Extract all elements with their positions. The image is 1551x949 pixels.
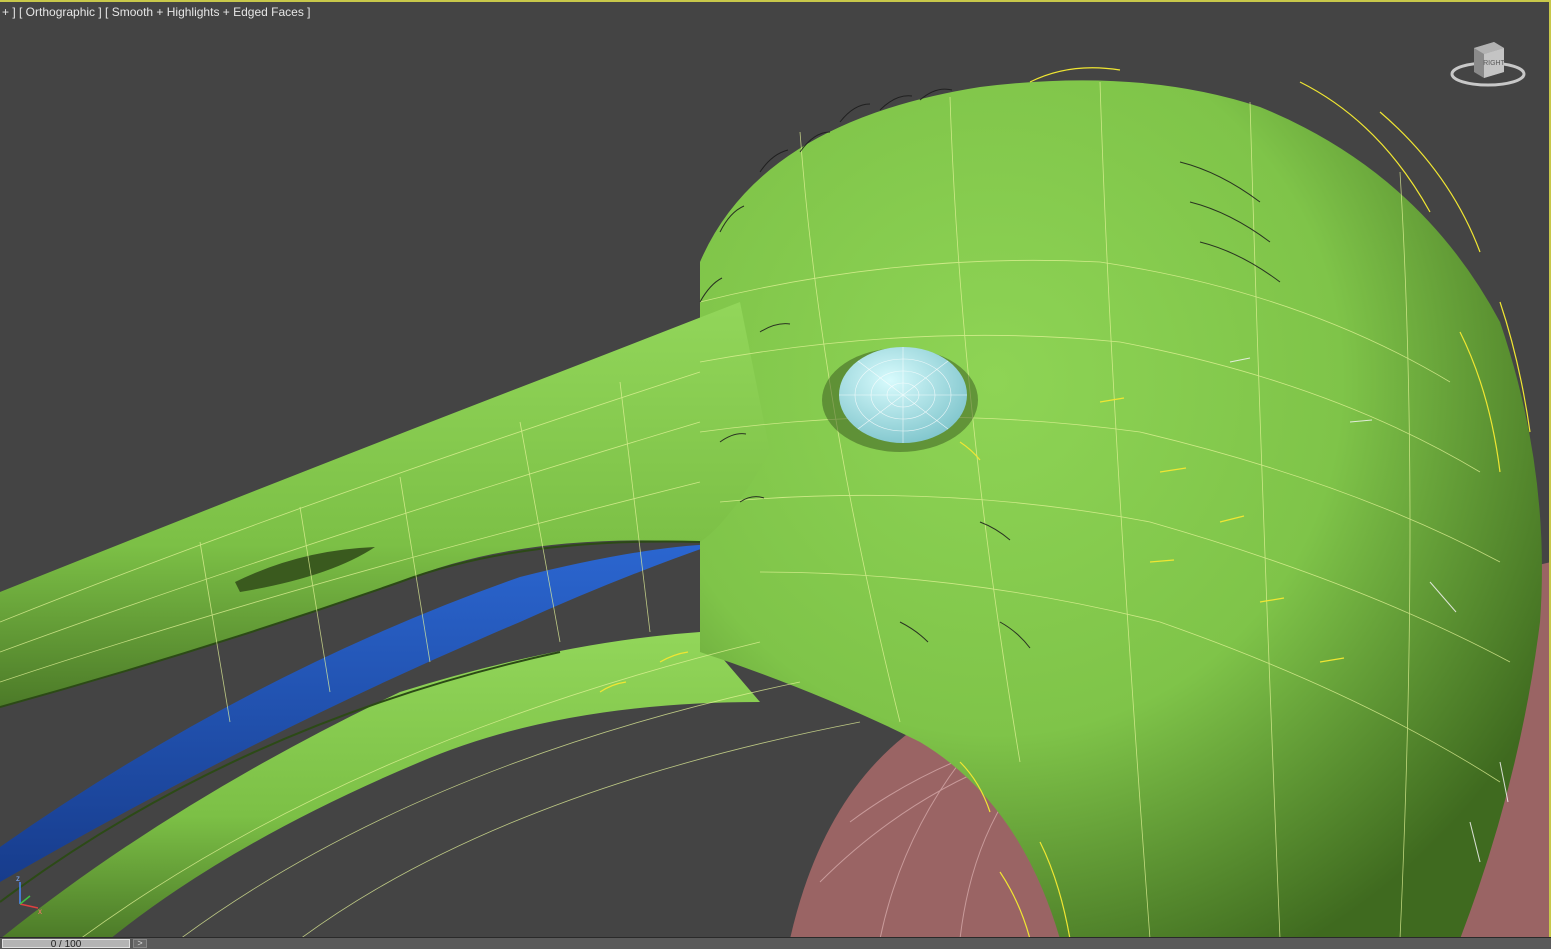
viewcube-icon[interactable]: RIGHT: [1450, 38, 1526, 90]
axis-tripod-icon: z x: [16, 874, 42, 914]
scene-canvas[interactable]: [0, 2, 1551, 937]
eye-wireframe: [839, 347, 967, 443]
axis-x-label: x: [38, 907, 42, 914]
time-slider[interactable]: 0 / 100: [2, 939, 130, 948]
viewcube-face-label: RIGHT: [1483, 60, 1506, 67]
time-slider-bar[interactable]: 0 / 100 >: [0, 937, 1551, 949]
next-frame-button[interactable]: >: [133, 939, 147, 948]
perspective-viewport[interactable]: + ] [ Orthographic ] [ Smooth + Highligh…: [0, 0, 1551, 937]
viewport-label[interactable]: + ] [ Orthographic ] [ Smooth + Highligh…: [2, 5, 311, 19]
axis-z-label: z: [16, 874, 20, 883]
